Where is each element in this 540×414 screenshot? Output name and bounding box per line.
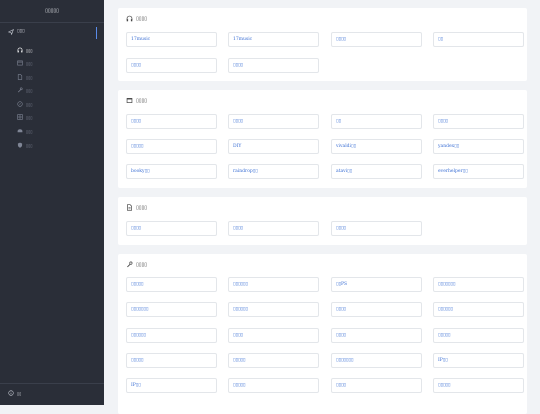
site-tile[interactable]: everhelper▯▯ <box>433 164 524 179</box>
site-tile[interactable]: ▯▯ <box>433 32 524 47</box>
sidebar-footer-label: ▯▯ <box>17 391 22 396</box>
sidebar-item-label: ▯▯▯ <box>26 115 33 120</box>
site-tile[interactable]: ▯▯▯▯▯ <box>228 378 319 393</box>
sidebar-item-label: ▯▯▯ <box>26 88 33 93</box>
file-icon <box>17 74 23 80</box>
headphones-icon <box>17 47 23 53</box>
sidebar-item-explore[interactable]: ▯▯▯ <box>0 99 104 110</box>
sidebar-item-label: ▯▯▯ <box>26 75 33 80</box>
site-tile[interactable]: ▯▯▯▯▯▯▯ <box>331 353 422 368</box>
sidebar-item-label: ▯▯▯ <box>26 102 33 107</box>
site-tile[interactable]: ▯▯▯▯▯▯▯ <box>126 302 217 317</box>
sidebar-item-tools[interactable]: ▯▯▯ <box>0 85 104 96</box>
site-tile[interactable]: ▯▯▯▯▯ <box>433 378 524 393</box>
site-tile[interactable]: ▯▯PS <box>331 277 422 292</box>
site-tile[interactable]: ▯▯▯▯▯▯ <box>433 302 524 317</box>
site-tile[interactable]: ▯▯▯▯▯▯ <box>228 277 319 292</box>
sidebar-item-label: ▯▯▯ <box>26 129 33 134</box>
site-tile[interactable]: ▯▯▯▯▯▯ <box>228 302 319 317</box>
info-icon <box>8 390 14 396</box>
sidebar: ▯▯▯▯▯ ▯▯▯ ▯▯▯ ▯▯▯ ▯▯▯ ▯▯▯ ▯▯▯ ▯▯▯ ▯▯▯ ▯▯… <box>0 0 104 405</box>
drive-icon <box>17 129 23 133</box>
sidebar-item-browser[interactable]: ▯▯▯ <box>0 58 104 69</box>
sidebar-item-apps[interactable]: ▯▯▯ <box>0 112 104 123</box>
site-tile[interactable]: yandex▯▯ <box>433 139 524 154</box>
site-tile[interactable]: raindrop▯▯ <box>228 164 319 179</box>
section-files: ▯▯▯▯ ▯▯▯▯ ▯▯▯▯ ▯▯▯▯ <box>118 197 527 245</box>
nav-head-recommend[interactable]: ▯▯▯ <box>0 26 100 38</box>
sidebar-item-label: ▯▯▯ <box>26 48 33 53</box>
site-tile[interactable]: ▯▯▯▯ <box>228 58 319 73</box>
site-tile[interactable]: ▯▯▯▯ <box>331 221 422 236</box>
sidebar-item-files[interactable]: ▯▯▯ <box>0 72 104 83</box>
site-tile[interactable]: ▯▯▯▯▯▯ <box>126 328 217 343</box>
shield-icon <box>17 142 23 148</box>
site-tile[interactable]: ▯▯▯▯ <box>433 114 524 129</box>
compass-icon <box>17 101 23 107</box>
site-tile[interactable]: ▯▯▯▯▯ <box>433 328 524 343</box>
site-tile[interactable]: DIY <box>228 139 319 154</box>
site-tile[interactable]: IP▯▯ <box>126 378 217 393</box>
site-tile[interactable]: ▯▯▯▯▯ <box>126 353 217 368</box>
wrench-icon <box>127 261 133 268</box>
sidebar-item-storage[interactable]: ▯▯▯ <box>0 126 104 137</box>
site-tile[interactable]: IP▯▯ <box>433 353 524 368</box>
site-tile[interactable]: ▯▯▯▯ <box>228 114 319 129</box>
sidebar-item-security[interactable]: ▯▯▯ <box>0 140 104 151</box>
site-tile[interactable]: ▯▯▯▯ <box>126 221 217 236</box>
site-tile[interactable]: vivaldi▯▯ <box>331 139 422 154</box>
site-tile[interactable]: ▯▯▯▯ <box>331 32 422 47</box>
grid-icon <box>17 114 23 120</box>
site-tile[interactable]: ▯▯▯▯▯ <box>228 353 319 368</box>
window-icon <box>17 60 23 66</box>
sidebar-footer-about[interactable]: ▯▯ <box>8 390 88 398</box>
site-tile[interactable]: ▯▯▯▯▯ <box>126 139 217 154</box>
active-indicator <box>96 27 97 39</box>
section-tools: ▯▯▯▯ ▯▯▯▯▯ ▯▯▯▯▯▯ ▯▯PS ▯▯▯▯▯▯▯ ▯▯▯▯▯▯▯ ▯… <box>118 254 527 414</box>
site-tile[interactable]: ▯▯▯▯ <box>126 114 217 129</box>
section-music: ▯▯▯▯ 17music 17music ▯▯▯▯ ▯▯ ▯▯▯▯ ▯▯▯▯ <box>118 8 527 81</box>
site-tile[interactable]: ▯▯▯▯ <box>126 58 217 73</box>
send-icon <box>8 29 14 35</box>
headphones-icon <box>126 15 133 22</box>
sidebar-item-label: ▯▯▯ <box>26 61 33 66</box>
site-tile[interactable]: ▯▯▯▯ <box>331 328 422 343</box>
wrench-icon <box>17 87 23 93</box>
site-tile[interactable]: ▯▯▯▯ <box>228 221 319 236</box>
file-icon <box>127 204 132 211</box>
section-browser: ▯▯▯▯ ▯▯▯▯ ▯▯▯▯ ▯▯ ▯▯▯▯ ▯▯▯▯▯ DIY vivaldi… <box>118 90 527 188</box>
window-icon <box>126 98 133 103</box>
nav-head-label: ▯▯▯ <box>17 29 25 34</box>
site-tile[interactable]: ▯▯▯▯▯▯▯ <box>433 277 524 292</box>
site-tile[interactable]: 17music <box>126 32 217 47</box>
sidebar-divider <box>0 383 104 384</box>
site-tile[interactable]: booky▯▯ <box>126 164 217 179</box>
site-tile[interactable]: ▯▯▯▯ <box>331 302 422 317</box>
sidebar-item-label: ▯▯▯ <box>26 143 33 148</box>
site-tile[interactable]: 17music <box>228 32 319 47</box>
site-tile[interactable]: ▯▯ <box>331 114 422 129</box>
site-tile[interactable]: ▯▯▯▯▯ <box>126 277 217 292</box>
site-tile[interactable]: ▯▯▯▯ <box>228 328 319 343</box>
sidebar-item-music[interactable]: ▯▯▯ <box>0 45 104 56</box>
site-tile[interactable]: ▯▯▯▯ <box>331 378 422 393</box>
brand-title: ▯▯▯▯▯ <box>0 0 104 23</box>
site-tile[interactable]: atavi▯▯ <box>331 164 422 179</box>
